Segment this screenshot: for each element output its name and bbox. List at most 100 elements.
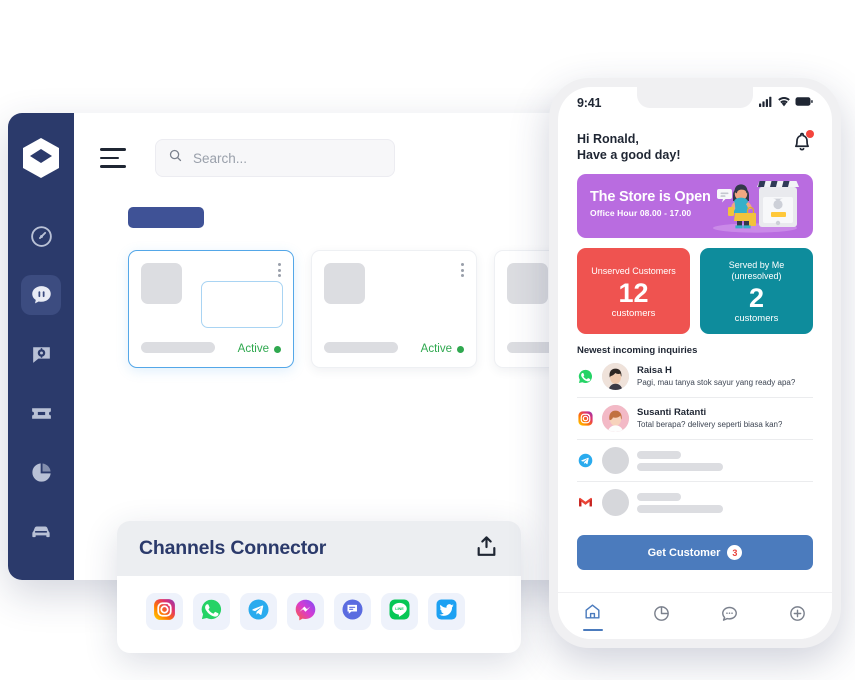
stat-card-served-by-me[interactable]: Served by Me (unresolved) 2 customers xyxy=(700,248,813,334)
sidebar-item-tickets[interactable] xyxy=(21,393,61,433)
avatar xyxy=(602,405,629,432)
pie-chart-icon xyxy=(29,460,54,485)
status-dot xyxy=(457,345,464,353)
stat-label-line1: Served by Me xyxy=(728,260,785,270)
stat-label-line2: (unresolved) xyxy=(731,271,782,281)
stat-value: 12 xyxy=(618,277,649,308)
sidebar xyxy=(8,113,74,580)
speedometer-icon xyxy=(29,224,54,249)
channels-connector-panel: Channels Connector LINE xyxy=(117,521,521,653)
inquiries-title: Newest incoming inquiries xyxy=(577,345,698,356)
channel-messenger[interactable] xyxy=(287,593,324,630)
chat-gear-icon xyxy=(29,342,54,367)
stat-value: 2 xyxy=(748,283,765,313)
tab-stats[interactable] xyxy=(652,604,671,628)
screenshot-stage: Active Active xyxy=(0,0,855,680)
sidebar-item-dashboard[interactable] xyxy=(21,216,61,256)
storefront-shopper-illustration xyxy=(703,174,807,238)
whatsapp-icon xyxy=(577,368,594,385)
connector-title: Channels Connector xyxy=(139,537,327,559)
car-icon xyxy=(28,518,54,544)
stat-unit: customers xyxy=(734,313,779,324)
stat-label: Served by Me (unresolved) xyxy=(729,260,785,282)
card-menu-icon[interactable] xyxy=(461,263,464,277)
card-item[interactable]: Active xyxy=(311,250,477,368)
list-item[interactable]: Raisa H Pagi, mau tanya stok sayur yang … xyxy=(577,356,813,398)
phone-screen: 9:41 Hi Ronald, Have a good day! The Sto… xyxy=(558,87,832,639)
status-time: 9:41 xyxy=(577,96,602,110)
status-badge: Active xyxy=(238,343,281,355)
card-thumbnail-placeholder xyxy=(141,263,182,304)
sidebar-item-chat[interactable] xyxy=(21,275,61,315)
telegram-icon xyxy=(577,452,594,469)
channel-whatsapp[interactable] xyxy=(193,593,230,630)
svg-text:LINE: LINE xyxy=(395,607,404,611)
avatar-placeholder xyxy=(602,447,629,474)
stat-label: Unserved Customers xyxy=(591,265,676,276)
channel-twitter[interactable] xyxy=(428,593,465,630)
app-logo-hexagon[interactable] xyxy=(18,135,64,186)
battery-icon xyxy=(795,94,813,112)
connector-header: Channels Connector xyxy=(117,521,521,576)
whatsapp-icon xyxy=(199,597,224,627)
status-dot xyxy=(274,345,281,353)
skeleton-message xyxy=(637,504,723,513)
card-list: Active Active xyxy=(74,228,608,368)
desktop-main-area: Active Active xyxy=(74,113,608,580)
telegram-icon xyxy=(246,597,271,627)
signal-bars-icon xyxy=(759,94,773,112)
list-item[interactable] xyxy=(577,440,813,482)
line-icon: LINE xyxy=(387,597,412,627)
channel-line[interactable]: LINE xyxy=(381,593,418,630)
wifi-icon xyxy=(777,94,791,112)
card-menu-icon[interactable] xyxy=(278,263,281,277)
search-icon xyxy=(168,148,183,168)
inquiry-text: Susanti Ratanti Total berapa? delivery s… xyxy=(637,406,782,431)
channel-telegram[interactable] xyxy=(240,593,277,630)
channel-instagram[interactable] xyxy=(146,593,183,630)
ticket-icon xyxy=(29,401,54,426)
get-customer-button[interactable]: Get Customer 3 xyxy=(577,535,813,570)
tab-active-underline xyxy=(582,628,603,631)
upload-icon[interactable] xyxy=(474,534,499,564)
tab-messages[interactable] xyxy=(720,604,739,628)
greeting-line1: Hi Ronald, xyxy=(577,132,639,146)
channel-sms[interactable] xyxy=(334,593,371,630)
sidebar-item-fleet[interactable] xyxy=(21,511,61,551)
sidebar-item-chat-settings[interactable] xyxy=(21,334,61,374)
messenger-icon xyxy=(293,597,318,627)
phone-status-bar: 9:41 xyxy=(558,87,832,119)
instagram-icon xyxy=(152,597,177,627)
skeleton-name xyxy=(637,492,681,501)
inquiry-name: Raisa H xyxy=(637,365,672,376)
list-item[interactable] xyxy=(577,482,813,523)
store-status-banner: The Store is Open Office Hour 08.00 - 17… xyxy=(577,174,813,238)
stat-card-unserved[interactable]: Unserved Customers 12 customers xyxy=(577,248,690,334)
active-tab-pill[interactable] xyxy=(128,207,204,228)
inquiry-skeleton xyxy=(637,450,723,471)
notification-bell-icon[interactable] xyxy=(791,130,814,158)
tab-add[interactable] xyxy=(788,604,807,628)
greeting-text: Hi Ronald, Have a good day! xyxy=(577,131,681,163)
twitter-icon xyxy=(434,597,459,627)
banner-title: The Store is Open xyxy=(590,189,711,205)
status-label: Active xyxy=(237,343,269,355)
tab-home[interactable] xyxy=(582,602,603,631)
channel-icon-row: LINE xyxy=(117,576,521,630)
list-item[interactable]: Susanti Ratanti Total berapa? delivery s… xyxy=(577,398,813,440)
sidebar-item-reports[interactable] xyxy=(21,452,61,492)
search-input[interactable] xyxy=(193,150,382,166)
card-title-placeholder xyxy=(141,342,215,353)
plus-circle-icon xyxy=(788,604,807,628)
search-bar[interactable] xyxy=(155,139,395,177)
notification-dot xyxy=(806,130,814,138)
inquiry-text: Raisa H Pagi, mau tanya stok sayur yang … xyxy=(637,364,795,389)
chat-dots-icon xyxy=(720,604,739,628)
greeting-line2: Have a good day! xyxy=(577,148,681,162)
status-label: Active xyxy=(420,343,452,355)
status-icons xyxy=(759,94,813,112)
hamburger-icon[interactable] xyxy=(100,148,126,168)
get-customer-label: Get Customer xyxy=(647,546,721,559)
gmail-icon xyxy=(577,494,594,511)
card-item[interactable]: Active xyxy=(128,250,294,368)
